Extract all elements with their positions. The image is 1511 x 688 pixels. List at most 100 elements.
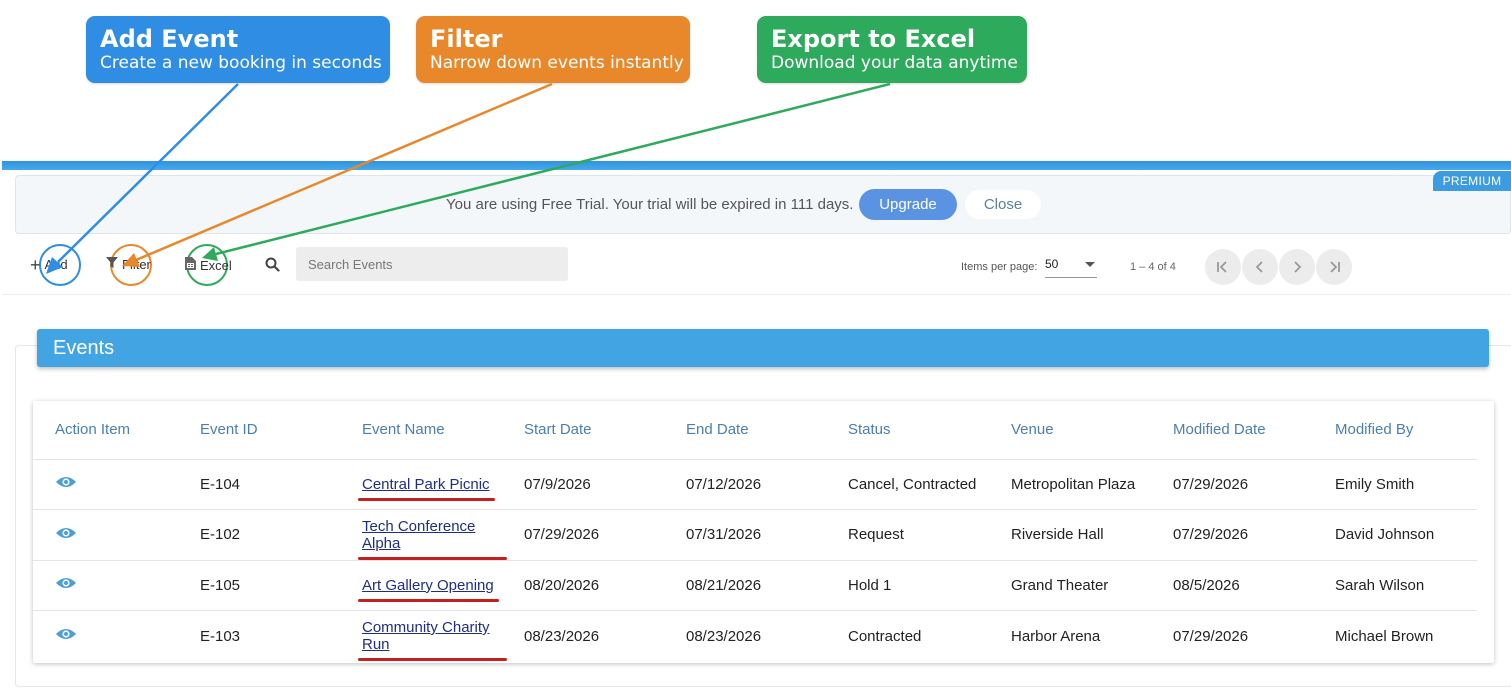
table-row: E-102 Tech Conference Alpha 07/29/2026 0… (33, 509, 1477, 561)
event-name-cell: Central Park Picnic (340, 459, 502, 510)
event-name-cell: Tech Conference Alpha (340, 509, 507, 561)
column-header[interactable]: Event ID (178, 401, 340, 460)
excel-file-icon (185, 257, 196, 273)
venue-cell: Harbor Arena (1011, 627, 1101, 645)
top-accent-bar (2, 161, 1511, 170)
event-name-link[interactable]: Community Charity Run (358, 619, 507, 661)
trial-banner: You are using Free Trial. Your trial wil… (15, 175, 1511, 234)
status-cell: Hold 1 (826, 560, 989, 611)
upgrade-button[interactable]: Upgrade (859, 189, 957, 220)
items-per-page-select[interactable]: 50 (1045, 257, 1097, 278)
plus-icon: + (30, 254, 41, 275)
filter-callout: Filter Narrow down events instantly (416, 16, 690, 83)
action-cell (33, 560, 178, 611)
venue-cell: Metropolitan Plaza (989, 459, 1151, 510)
eye-icon[interactable] (55, 526, 77, 544)
first-page-button[interactable] (1205, 249, 1241, 285)
last-page-button[interactable] (1316, 249, 1352, 285)
modified-date-cell: 08/5/2026 (1151, 560, 1313, 611)
column-header[interactable]: Venue (989, 401, 1151, 460)
end-date-cell: 07/12/2026 (664, 459, 826, 510)
filter-callout-title: Filter (430, 25, 503, 53)
chevron-down-icon (1085, 262, 1095, 267)
eye-icon[interactable] (55, 576, 77, 594)
column-header[interactable]: Event Name (340, 401, 502, 460)
filter-label: Filter (122, 257, 151, 272)
premium-badge: PREMIUM (1433, 171, 1511, 191)
modified-by-cell: David Johnson (1313, 509, 1477, 561)
eye-icon[interactable] (55, 475, 77, 493)
modified-date-cell: 07/29/2026 (1151, 459, 1313, 510)
event-id-cell: E-105 (178, 560, 340, 611)
search-events-input[interactable] (296, 247, 568, 281)
items-per-page-label: Items per page: (961, 261, 1038, 273)
modified-by-cell: Emily Smith (1313, 459, 1477, 510)
end-date-cell: 07/31/2026 (664, 509, 826, 561)
filter-button[interactable]: Filter (106, 257, 151, 272)
event-name-link[interactable]: Tech Conference Alpha (358, 518, 507, 560)
start-date-cell: 08/23/2026 (524, 627, 600, 645)
excel-label: Excel (200, 257, 232, 273)
excel-callout-title: Export to Excel (771, 25, 976, 53)
modified-date-cell: 07/29/2026 (1151, 509, 1313, 561)
first-page-icon (1217, 261, 1227, 273)
events-table: Action Item Event ID Event Name Start Da… (33, 401, 1477, 661)
next-page-icon (1294, 261, 1302, 273)
column-header[interactable]: Modified By (1313, 401, 1477, 460)
column-header[interactable]: Modified Date (1151, 401, 1313, 460)
modified-by-cell: Michael Brown (1335, 627, 1434, 645)
action-cell (33, 611, 178, 662)
items-per-page-value: 50 (1045, 257, 1059, 271)
next-page-button[interactable] (1279, 249, 1315, 285)
filter-icon (106, 257, 118, 272)
excel-export-button[interactable]: Excel (185, 257, 232, 273)
table-row: E-103 Community Charity Run 08/23/2026 0… (33, 611, 1477, 662)
prev-page-button[interactable] (1242, 249, 1278, 285)
trial-message: You are using Free Trial. Your trial wil… (446, 196, 854, 213)
pagination-range: 1 – 4 of 4 (1130, 261, 1176, 273)
add-event-callout-subtitle: Create a new booking in seconds (100, 53, 382, 73)
venue-cell: Riverside Hall (989, 509, 1151, 561)
venue-cell: Grand Theater (989, 560, 1151, 611)
add-event-callout-title: Add Event (100, 25, 239, 53)
close-banner-button[interactable]: Close (965, 190, 1041, 219)
excel-callout: Export to Excel Download your data anyti… (757, 16, 1027, 83)
event-id-cell: E-104 (178, 459, 340, 510)
status-cell: Contracted (848, 627, 922, 645)
start-date-cell: 08/20/2026 (502, 560, 664, 611)
event-name-link[interactable]: Art Gallery Opening (358, 577, 499, 602)
column-header[interactable]: Action Item (33, 401, 178, 460)
event-id-cell: E-102 (178, 509, 340, 561)
table-header-row: Action Item Event ID Event Name Start Da… (33, 401, 1477, 460)
excel-callout-subtitle: Download your data anytime (771, 53, 1018, 73)
events-panel-title: Events (37, 329, 1489, 367)
add-event-callout: Add Event Create a new booking in second… (86, 16, 390, 83)
add-label: Add (44, 257, 68, 272)
column-header[interactable]: Start Date (502, 401, 664, 460)
events-app: PREMIUM You are using Free Trial. Your t… (2, 161, 1511, 688)
status-cell: Cancel, Contracted (826, 459, 989, 510)
end-date-cell: 08/23/2026 (686, 627, 762, 645)
action-cell (33, 459, 178, 510)
event-name-cell: Community Charity Run (340, 611, 507, 661)
filter-callout-subtitle: Narrow down events instantly (430, 53, 684, 73)
start-date-cell: 07/9/2026 (502, 459, 664, 510)
column-header[interactable]: Status (826, 401, 989, 460)
eye-icon[interactable] (55, 627, 77, 645)
modified-date-cell: 07/29/2026 (1173, 627, 1249, 645)
table-row: E-105 Art Gallery Opening 08/20/2026 08/… (33, 560, 1477, 611)
toolbar: + Add Filter Excel Items per page: 50 1 … (2, 237, 1511, 295)
add-button[interactable]: + Add (30, 254, 68, 275)
prev-page-icon (1255, 261, 1263, 273)
status-cell: Request (826, 509, 989, 561)
modified-by-cell: Sarah Wilson (1313, 560, 1477, 611)
event-name-cell: Art Gallery Opening (340, 560, 502, 611)
search-icon[interactable] (265, 257, 280, 277)
event-name-link[interactable]: Central Park Picnic (358, 476, 495, 501)
column-header[interactable]: End Date (664, 401, 826, 460)
action-cell (33, 509, 178, 561)
end-date-cell: 08/21/2026 (664, 560, 826, 611)
start-date-cell: 07/29/2026 (502, 509, 664, 561)
last-page-icon (1330, 261, 1340, 273)
event-id-cell: E-103 (200, 627, 241, 645)
